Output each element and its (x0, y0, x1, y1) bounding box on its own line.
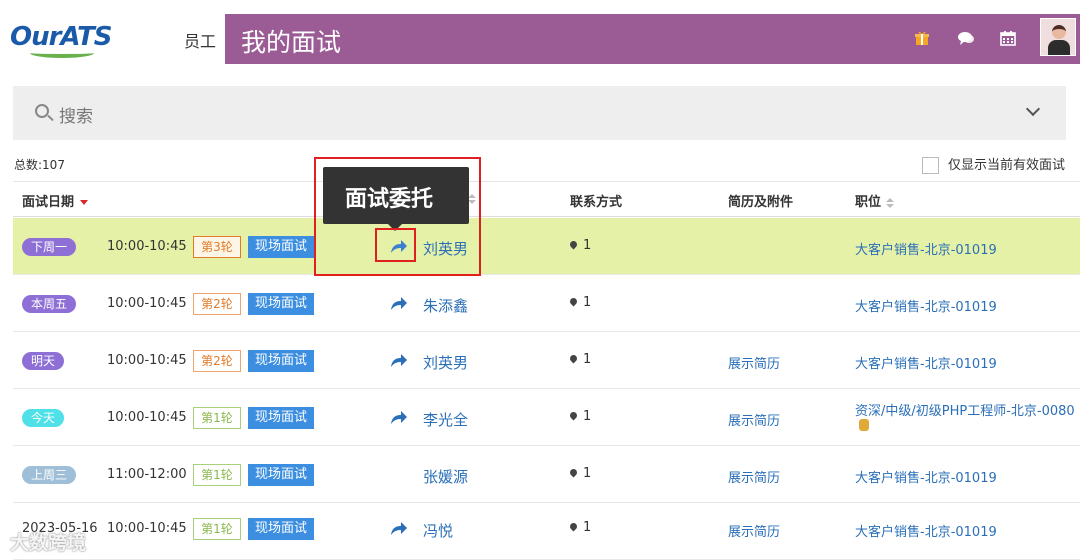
position-link[interactable]: 大客户销售-北京-01019 (855, 353, 997, 372)
contact-value: 1 (583, 466, 592, 481)
column-header-contact: 联系方式 (570, 195, 623, 210)
position-link[interactable]: 大客户销售-北京-01019 (855, 296, 997, 315)
interview-type-badge: 现场面试 (248, 464, 314, 486)
column-header-position[interactable]: 职位 (855, 191, 895, 210)
search-placeholder: 搜索 (59, 107, 93, 127)
search-icon (35, 104, 49, 118)
day-badge: 本周五 (22, 295, 77, 313)
contact-value: 1 (583, 352, 592, 367)
contact-info: 1 (568, 466, 592, 481)
watermark: 大数跨境 (10, 532, 87, 554)
annotation-box-icon (375, 228, 416, 262)
calendar-icon[interactable] (998, 30, 1018, 50)
sort-desc-icon (80, 200, 89, 205)
interview-type-badge: 现场面试 (248, 407, 314, 429)
top-bar: OurATS 员工 我的面试 (0, 0, 1080, 64)
interview-type-badge: 现场面试 (248, 236, 314, 258)
time-range: 10:00-10:45 (107, 296, 187, 311)
chevron-down-icon[interactable] (1025, 101, 1041, 117)
round-badge: 第2轮 (193, 350, 241, 372)
ourats-logo[interactable]: OurATS (10, 18, 113, 58)
location-pin-icon (568, 410, 579, 421)
location-pin-icon (568, 239, 579, 250)
contact-info: 1 (568, 238, 592, 253)
total-count: 总数:107 (14, 158, 65, 172)
contact-info: 1 (568, 520, 592, 535)
show-resume-link[interactable]: 展示简历 (728, 353, 780, 372)
coin-icon (859, 419, 869, 431)
time-range: 10:00-10:45 (107, 410, 187, 425)
day-badge: 上周三 (22, 466, 77, 484)
chat-icon[interactable] (956, 30, 976, 50)
table-row[interactable]: 明天 10:00-10:45 第2轮 现场面试 刘英男 1 展示简历 大客户销售… (13, 332, 1080, 389)
candidate-name[interactable]: 冯悦 (423, 520, 453, 541)
time-range: 10:00-10:45 (107, 239, 187, 254)
contact-info: 1 (568, 352, 592, 367)
position-link[interactable]: 资深/中级/初级PHP工程师-北京-0080 (855, 400, 1075, 419)
round-badge: 第1轮 (193, 518, 241, 540)
round-badge: 第1轮 (193, 407, 241, 429)
column-header-date-label: 面试日期 (22, 195, 75, 210)
delegate-share-icon[interactable] (390, 352, 408, 368)
day-badge: 下周一 (22, 238, 77, 256)
location-pin-icon (568, 353, 579, 364)
only-current-label: 仅显示当前有效面试 (948, 158, 1066, 173)
only-current-checkbox[interactable] (922, 157, 939, 174)
location-pin-icon (568, 521, 579, 532)
candidate-name[interactable]: 张媛源 (423, 466, 468, 487)
gift-icon[interactable] (912, 30, 932, 50)
show-resume-link[interactable]: 展示简历 (728, 467, 780, 486)
show-resume-link[interactable]: 展示简历 (728, 410, 780, 429)
contact-value: 1 (583, 409, 592, 424)
staff-label[interactable]: 员工 (184, 28, 216, 52)
day-badge: 今天 (22, 409, 65, 427)
sort-icon (886, 197, 895, 208)
candidate-name[interactable]: 朱添鑫 (423, 295, 468, 316)
day-badge: 明天 (22, 352, 65, 370)
table-row[interactable]: 2023-05-16 10:00-10:45 第1轮 现场面试 冯悦 1 展示简… (13, 503, 1080, 560)
position-link[interactable]: 大客户销售-北京-01019 (855, 521, 997, 540)
search-input[interactable]: 搜索 (13, 86, 1066, 140)
round-badge: 第3轮 (193, 236, 241, 258)
candidate-name[interactable]: 刘英男 (423, 352, 468, 373)
show-resume-link[interactable]: 展示简历 (728, 521, 780, 540)
logo-swoosh (30, 48, 94, 58)
only-current-filter[interactable]: 仅显示当前有效面试 (922, 154, 1065, 174)
table-header: 面试日期 联系方式 简历及附件 职位 (13, 181, 1080, 217)
delegate-share-icon[interactable] (390, 409, 408, 425)
contact-info: 1 (568, 295, 592, 310)
location-pin-icon (568, 296, 579, 307)
delegate-share-icon[interactable] (390, 520, 408, 536)
round-badge: 第2轮 (193, 293, 241, 315)
column-header-position-label: 职位 (855, 195, 882, 210)
location-pin-icon (568, 467, 579, 478)
interview-type-badge: 现场面试 (248, 350, 314, 372)
user-avatar[interactable] (1040, 18, 1076, 56)
position-link[interactable]: 大客户销售-北京-01019 (855, 467, 997, 486)
position-link[interactable]: 大客户销售-北京-01019 (855, 239, 997, 258)
contact-value: 1 (583, 520, 592, 535)
column-header-date[interactable]: 面试日期 (22, 191, 89, 210)
avatar-body (1048, 40, 1070, 55)
table-row[interactable]: 今天 10:00-10:45 第1轮 现场面试 李光全 1 展示简历 资深/中级… (13, 389, 1080, 446)
table-row[interactable]: 本周五 10:00-10:45 第2轮 现场面试 朱添鑫 1 大客户销售-北京-… (13, 275, 1080, 332)
candidate-name[interactable]: 李光全 (423, 409, 468, 430)
time-range: 10:00-10:45 (107, 521, 187, 536)
table-row[interactable]: 下周一 10:00-10:45 第3轮 现场面试 刘英男 1 大客户销售-北京-… (13, 218, 1080, 275)
time-range: 10:00-10:45 (107, 353, 187, 368)
title-bar: 我的面试 (225, 14, 1080, 64)
interview-type-badge: 现场面试 (248, 518, 314, 540)
delegate-share-icon[interactable] (390, 295, 408, 311)
avatar-head (1052, 25, 1066, 39)
contact-info: 1 (568, 409, 592, 424)
round-badge: 第1轮 (193, 464, 241, 486)
column-header-resume: 简历及附件 (728, 195, 794, 210)
contact-value: 1 (583, 295, 592, 310)
page-title: 我的面试 (241, 28, 342, 57)
table-row[interactable]: 上周三 11:00-12:00 第1轮 现场面试 张媛源 1 展示简历 大客户销… (13, 446, 1080, 503)
contact-value: 1 (583, 238, 592, 253)
interview-type-badge: 现场面试 (248, 293, 314, 315)
time-range: 11:00-12:00 (107, 467, 187, 482)
